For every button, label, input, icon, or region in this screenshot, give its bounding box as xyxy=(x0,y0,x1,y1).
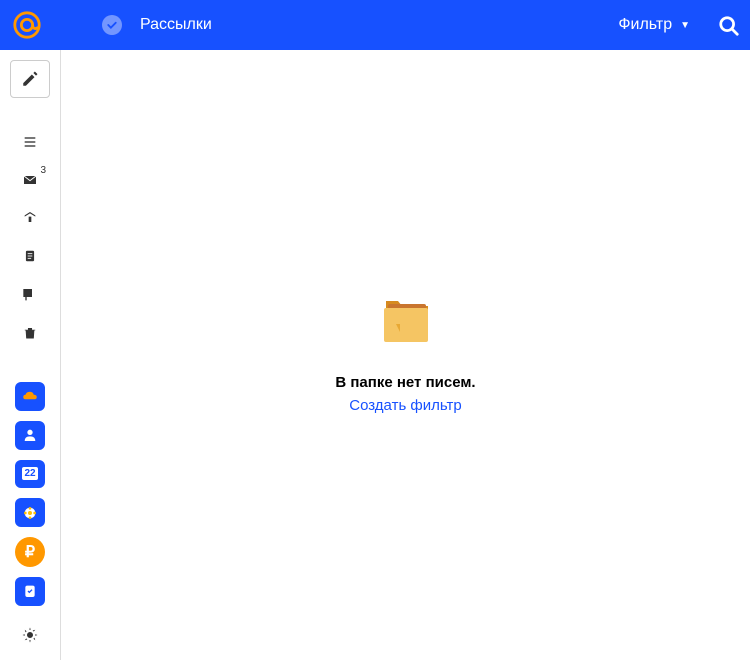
header: Рассылки Фильтр ▼ xyxy=(0,0,750,50)
main-content: В папке нет писем. Создать фильтр xyxy=(61,50,750,660)
calendar-app[interactable]: 22 xyxy=(15,460,45,489)
sent-nav[interactable] xyxy=(10,199,50,237)
bonus-app[interactable] xyxy=(15,498,45,527)
compose-button[interactable] xyxy=(10,60,50,98)
menu-icon[interactable] xyxy=(10,122,50,160)
tasks-app[interactable] xyxy=(15,577,45,606)
filter-label: Фильтр xyxy=(618,16,672,34)
inbox-nav[interactable]: 3 xyxy=(10,161,50,199)
check-icon[interactable] xyxy=(102,15,122,35)
svg-text:₽: ₽ xyxy=(25,544,35,561)
filter-button[interactable]: Фильтр ▼ xyxy=(618,16,690,34)
logo-at-icon[interactable] xyxy=(12,10,42,40)
trash-nav[interactable] xyxy=(10,314,50,352)
empty-message: В папке нет писем. xyxy=(335,374,475,391)
empty-folder-icon xyxy=(378,296,434,344)
spam-nav[interactable] xyxy=(10,276,50,314)
sidebar: 3 22 ₽ xyxy=(0,50,61,660)
chevron-down-icon: ▼ xyxy=(680,20,690,31)
contacts-app[interactable] xyxy=(15,421,45,450)
inbox-badge: 3 xyxy=(40,165,46,176)
calendar-day: 22 xyxy=(22,467,37,480)
money-app[interactable]: ₽ xyxy=(15,537,45,567)
drafts-nav[interactable] xyxy=(10,237,50,275)
cloud-app[interactable] xyxy=(15,382,45,411)
page-title: Рассылки xyxy=(140,16,212,34)
create-filter-link[interactable]: Создать фильтр xyxy=(349,397,462,414)
search-icon[interactable] xyxy=(718,15,738,35)
settings-button[interactable] xyxy=(10,616,50,654)
